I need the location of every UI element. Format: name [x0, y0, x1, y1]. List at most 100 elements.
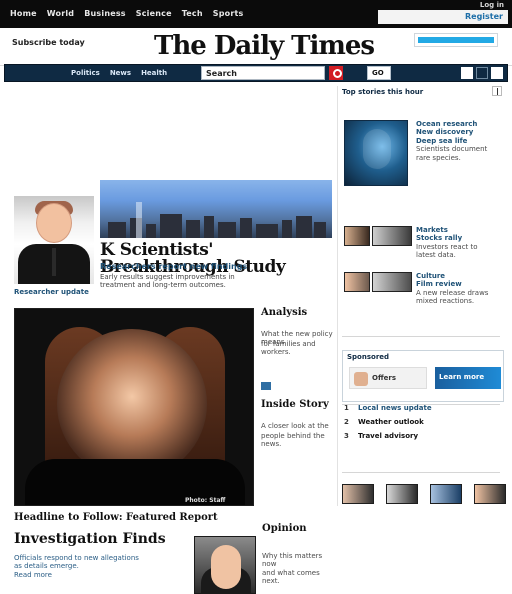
rail-blurb-a: Markets Stocks rally Investors react to …	[416, 226, 504, 260]
rail-list-number: 3	[344, 432, 349, 440]
rail-blurb-subtitle[interactable]: Film review	[416, 280, 504, 288]
site-logo[interactable]: The Daily Times	[154, 31, 375, 61]
main-column: Researcher update K Scientists' Breakthr…	[4, 86, 333, 594]
rail-feature-image[interactable]	[344, 120, 408, 186]
portrait-caption: Researcher update	[14, 288, 89, 296]
rail-blurb-paragraph: mixed reactions.	[416, 297, 475, 306]
rail-bottom-thumb[interactable]	[430, 484, 462, 504]
photo-face	[57, 329, 207, 479]
top-link[interactable]: World	[47, 9, 74, 18]
nav-right-buttons	[461, 67, 503, 79]
nav-bar: Politics News Health Search GO	[4, 64, 508, 82]
rail-paragraph: rare species.	[416, 153, 461, 162]
side-title[interactable]: Opinion	[262, 523, 336, 535]
search-label: Search	[206, 69, 237, 78]
top-link[interactable]: Tech	[182, 9, 203, 18]
desc-1: Early results suggest improvements in tr…	[100, 273, 332, 290]
ad-cta-text: Learn more	[439, 373, 485, 381]
thumb-person	[211, 545, 241, 589]
rail-blurb-paragraph: latest data.	[416, 251, 456, 260]
subscribe-link[interactable]: Subscribe today	[12, 38, 85, 47]
rail-list-text[interactable]: Weather outlook	[358, 418, 504, 426]
story-line[interactable]: Officials respond to new allegations	[14, 554, 192, 562]
nav-item[interactable]: Politics	[71, 69, 100, 77]
photo-caption: Photo: Staff	[185, 497, 226, 504]
rail-list-item[interactable]: 1 Local news update	[344, 404, 504, 418]
story-3-side: Opinion Why this matters now and what co…	[260, 523, 336, 594]
rail-list-item[interactable]: 3 Travel advisory	[344, 432, 504, 446]
desc-line: Early results suggest improvements in	[100, 273, 235, 281]
nav-item[interactable]: News	[110, 69, 131, 77]
rail-blurb-title[interactable]: Culture	[416, 272, 504, 280]
desc-line: treatment and long-term outcomes.	[100, 281, 226, 290]
rail-blurb-title[interactable]: Markets	[416, 226, 504, 234]
top-link[interactable]: Business	[84, 9, 126, 18]
rail-list-text[interactable]: Travel advisory	[358, 432, 504, 440]
top-link[interactable]: Sports	[213, 9, 244, 18]
ad-label: Sponsored	[347, 353, 390, 361]
rail-bottom-thumb[interactable]	[474, 484, 506, 504]
rail-thumb[interactable]	[344, 272, 370, 292]
rail-heading: Top stories this hour	[342, 88, 424, 96]
sidebar-title-2[interactable]: Inside Story	[261, 399, 333, 411]
nav-links: Politics News Health	[71, 69, 167, 77]
rail-bottom-thumb[interactable]	[342, 484, 374, 504]
nav-right-button[interactable]	[491, 67, 503, 79]
rail-figure	[363, 129, 391, 169]
headline-3a[interactable]: Headline to Follow: Featured Report	[14, 512, 254, 523]
nav-item[interactable]: Health	[141, 69, 167, 77]
rail-wide[interactable]	[372, 272, 412, 292]
search-button[interactable]	[329, 66, 343, 80]
right-rail: Top stories this hour Ocean research New…	[337, 86, 506, 506]
top-bar: Home World Business Science Tech Sports …	[0, 0, 512, 28]
rail-blurb-subtitle[interactable]: Stocks rally	[416, 234, 504, 242]
rail-bottom-thumb[interactable]	[386, 484, 418, 504]
close-icon[interactable]	[492, 86, 502, 96]
rail-ad[interactable]: Sponsored Offers Learn more	[342, 350, 504, 402]
nav-right-button[interactable]	[461, 67, 473, 79]
rail-list-number: 2	[344, 418, 349, 426]
go-button[interactable]: GO	[367, 66, 391, 80]
story-2-sidebar: Analysis What the new policy means for f…	[259, 307, 333, 508]
nav-right-button[interactable]	[476, 67, 488, 79]
search-input[interactable]: Search	[201, 66, 325, 80]
sidebar-paragraph: A closer look at the	[261, 422, 329, 430]
rail-line[interactable]: Ocean research	[416, 120, 504, 128]
subhead-1[interactable]: Researchers report new findings	[100, 262, 332, 271]
top-links: Home World Business Science Tech Sports	[10, 9, 243, 18]
story-line[interactable]: Read more	[14, 571, 192, 579]
register-box[interactable]: Register	[378, 10, 508, 24]
story-3-thumb[interactable]	[194, 536, 256, 594]
story-line[interactable]: as details emerge.	[14, 562, 192, 570]
rail-list-item[interactable]: 2 Weather outlook	[344, 418, 504, 432]
rail-feature-lines: Ocean research New discovery Deep sea li…	[416, 120, 504, 162]
ad-cta[interactable]: Learn more	[435, 367, 501, 389]
rail-list-text[interactable]: Local news update	[358, 404, 504, 412]
rail-divider	[342, 336, 500, 337]
rail-wide[interactable]	[372, 226, 412, 246]
top-link[interactable]: Science	[136, 9, 172, 18]
register-link[interactable]: Register	[465, 12, 503, 21]
feature-photo[interactable]: Photo: Staff	[14, 308, 254, 506]
rail-bottom-row	[342, 478, 506, 506]
sidebar-title-1[interactable]: Analysis	[261, 307, 333, 319]
masthead-search[interactable]	[414, 33, 498, 47]
skyline-photo[interactable]	[100, 180, 332, 238]
ad-mini-text: Offers	[372, 374, 396, 382]
masthead: Subscribe today The Daily Times	[0, 28, 512, 66]
rail-line[interactable]: New discovery	[416, 128, 504, 136]
rail-blurb-paragraph: Investors react to	[416, 242, 478, 251]
rail-divider	[342, 472, 500, 473]
rail-list: 1 Local news update 2 Weather outlook 3 …	[344, 404, 504, 446]
rail-list-number: 1	[344, 404, 349, 412]
rail-line[interactable]: Deep sea life	[416, 137, 504, 145]
portrait-photo[interactable]	[14, 196, 94, 284]
side-line: Why this matters now	[262, 552, 323, 569]
rail-thumb[interactable]	[344, 226, 370, 246]
top-link[interactable]: Home	[10, 9, 37, 18]
side-paragraph: Why this matters now and what comes next…	[262, 552, 336, 586]
ad-mini[interactable]: Offers	[349, 367, 427, 389]
login-link[interactable]: Log in	[480, 1, 504, 9]
video-icon[interactable]	[261, 382, 271, 390]
side-line: and what comes next.	[262, 568, 320, 586]
